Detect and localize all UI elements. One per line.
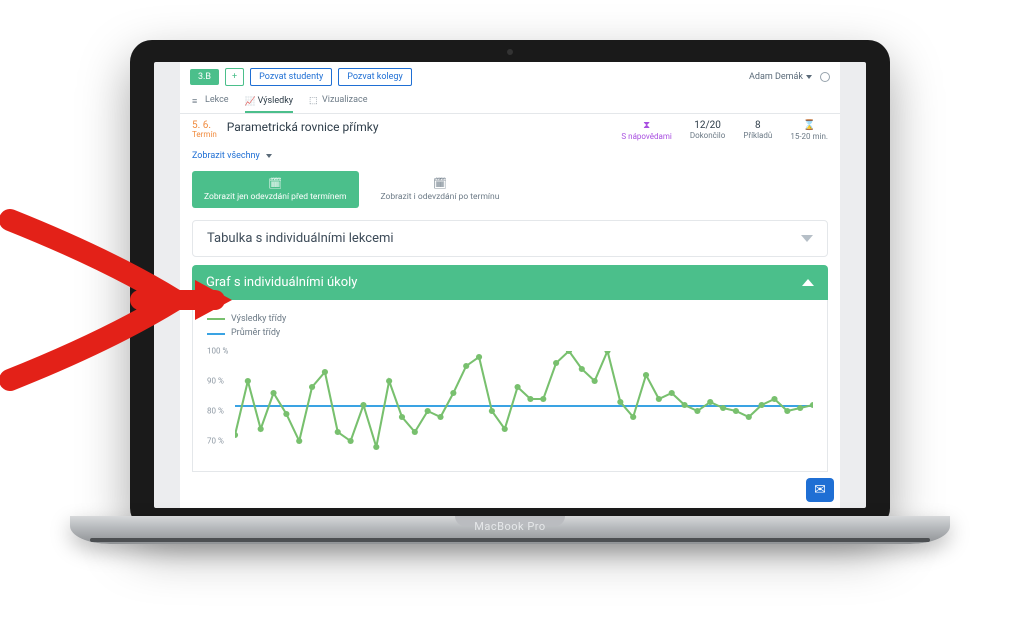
filter-before-deadline-button[interactable]: 🗓Zobrazit jen odevzdání před termínem (192, 171, 359, 208)
tab-lessons[interactable]: ≡ Lekce (192, 93, 229, 107)
user-menu[interactable]: Adam Demák (749, 72, 812, 82)
chart-legend: Výsledky třídy Průměr třídy (207, 312, 813, 341)
legend-swatch-avg (207, 333, 225, 335)
calendar-icon: 🗓 (433, 177, 447, 190)
graph-icon: ⬚ (309, 96, 318, 105)
tab-visualization[interactable]: ⬚ Vizualizace (309, 93, 367, 107)
user-name: Adam Demák (749, 72, 803, 82)
chevron-down-icon (801, 235, 813, 242)
caret-down-icon (266, 154, 272, 158)
chevron-up-icon (802, 279, 814, 286)
mail-button[interactable]: ✉ (806, 478, 834, 502)
accordion-chart-title: Graf s individuálními úkoly (206, 275, 357, 290)
legend-swatch-results (207, 318, 225, 320)
tab-lessons-label: Lekce (205, 95, 229, 105)
results-chart: 100 %90 %80 %70 % (207, 351, 813, 471)
hint-icon: ⧗ (621, 120, 671, 131)
caret-down-icon (806, 75, 812, 79)
accordion-table-title: Tabulka s individuálními lekcemi (207, 231, 394, 246)
lesson-stats: ⧗S nápovědami 12/20Dokončilo 8Příkladů ⌛… (621, 120, 828, 141)
invite-students-button[interactable]: Pozvat studenty (250, 68, 332, 86)
tab-results[interactable]: 📈 Výsledky (245, 93, 293, 113)
tab-visual-label: Vizualizace (322, 95, 367, 105)
hourglass-icon: ⌛ (790, 120, 828, 131)
tab-results-label: Výsledky (258, 96, 293, 106)
mail-icon: ✉ (814, 482, 826, 498)
show-all-link[interactable]: Zobrazit všechny (180, 143, 284, 171)
gear-icon[interactable] (820, 72, 830, 82)
chart-icon: 📈 (245, 97, 254, 106)
device-label: MacBook Pro (474, 520, 545, 533)
class-badge[interactable]: 3.B (190, 69, 219, 85)
list-icon: ≡ (192, 96, 201, 105)
calendar-icon: 🗓 (268, 177, 282, 190)
lesson-title: Parametrická rovnice přímky (227, 120, 379, 140)
chart-panel: Výsledky třídy Průměr třídy 100 %90 %80 … (192, 300, 828, 472)
add-class-button[interactable]: + (225, 68, 244, 86)
filter-after-deadline-button[interactable]: 🗓Zobrazit i odevzdání po termínu (369, 171, 512, 208)
lesson-date: 5. 6. Termín (192, 120, 217, 140)
invite-colleagues-button[interactable]: Pozvat kolegy (338, 68, 411, 86)
accordion-table[interactable]: Tabulka s individuálními lekcemi (192, 220, 828, 257)
accordion-chart-header[interactable]: Graf s individuálními úkoly (192, 265, 828, 300)
